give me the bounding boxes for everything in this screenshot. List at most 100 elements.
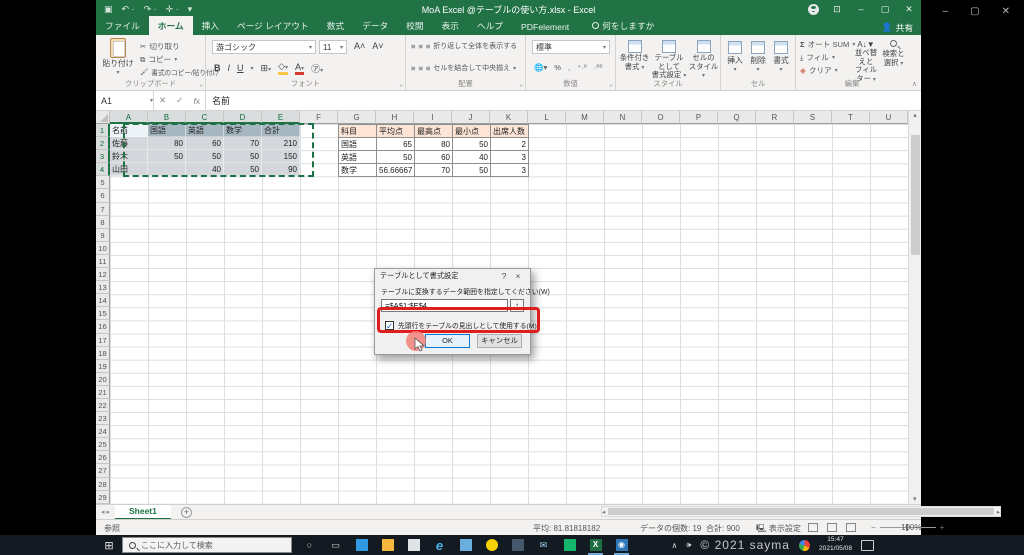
cell-styles-button[interactable]: セルのスタイル ▾ xyxy=(688,40,719,80)
phonetic-guide-icon[interactable]: ㋐▾ xyxy=(311,62,323,75)
column-header[interactable]: C xyxy=(186,111,224,124)
row-header[interactable]: 20 xyxy=(96,373,110,386)
row-header[interactable]: 16 xyxy=(96,320,110,333)
row-header[interactable]: 18 xyxy=(96,347,110,360)
excel-taskbar-icon[interactable]: X xyxy=(587,538,604,553)
clear-button[interactable]: ◆クリア▾ xyxy=(800,65,838,76)
cell[interactable]: 40 xyxy=(453,151,491,164)
bold-button[interactable]: B xyxy=(214,63,221,73)
column-header[interactable]: P xyxy=(680,111,718,124)
align-middle-icon[interactable]: ≡ xyxy=(418,42,422,51)
mail-icon[interactable]: ✉ xyxy=(535,538,552,553)
cell[interactable]: 山田 xyxy=(110,163,148,176)
photos-icon[interactable] xyxy=(353,538,370,553)
touch-mode-icon[interactable]: ✛ · xyxy=(166,4,179,15)
column-header[interactable]: A xyxy=(110,111,148,124)
cancel-entry-icon[interactable]: ✕ xyxy=(159,95,166,106)
tab-page-layout[interactable]: ページ レイアウト xyxy=(228,16,318,35)
italic-button[interactable]: I xyxy=(228,63,231,73)
row-header[interactable]: 28 xyxy=(96,478,110,491)
row-header[interactable]: 29 xyxy=(96,491,110,504)
cell[interactable]: 名前 xyxy=(110,124,148,137)
tab-insert[interactable]: 挿入 xyxy=(193,16,228,35)
new-sheet-icon[interactable]: + xyxy=(181,507,192,518)
undo-icon[interactable]: ↶ · xyxy=(122,4,135,15)
row-header[interactable]: 24 xyxy=(96,425,110,438)
column-header[interactable]: E xyxy=(262,111,300,124)
cell[interactable]: 国語 xyxy=(148,124,186,137)
decrease-font-icon[interactable]: A˅ xyxy=(372,41,383,51)
account-avatar[interactable] xyxy=(808,4,819,15)
row-header[interactable]: 12 xyxy=(96,268,110,281)
align-left-icon[interactable]: ≡ xyxy=(411,64,415,73)
tab-view[interactable]: 表示 xyxy=(433,16,468,35)
table-range-input[interactable]: =$A$1:$E$4 xyxy=(381,299,508,312)
align-top-icon[interactable]: ≡ xyxy=(411,42,415,51)
row-header[interactable]: 23 xyxy=(96,412,110,425)
quill-app-icon[interactable] xyxy=(457,538,474,553)
cell[interactable]: 数学 xyxy=(339,164,377,177)
taskbar-search-input[interactable]: ここに入力して検索 xyxy=(122,537,292,553)
row-header[interactable]: 21 xyxy=(96,386,110,399)
tab-formulas[interactable]: 数式 xyxy=(318,16,353,35)
percent-icon[interactable]: % xyxy=(554,63,561,72)
align-bottom-icon[interactable]: ≡ xyxy=(426,42,430,51)
column-header[interactable]: R xyxy=(756,111,794,124)
row-header[interactable]: 6 xyxy=(96,189,110,202)
qat-customize-icon[interactable]: ▾ xyxy=(188,4,193,15)
horizontal-scroll-thumb[interactable] xyxy=(608,508,993,515)
collapse-ribbon-icon[interactable]: ∧ xyxy=(912,80,917,88)
font-name-select[interactable]: 游ゴシック▾ xyxy=(212,40,316,54)
select-all-corner[interactable] xyxy=(96,111,110,124)
cell[interactable] xyxy=(148,163,186,176)
increase-decimal-icon[interactable]: ⁺·⁰ xyxy=(577,63,587,72)
conditional-formatting-button[interactable]: 条件付き書式 ▾ xyxy=(618,40,651,71)
green-app-icon[interactable] xyxy=(561,538,578,553)
vertical-scroll-thumb[interactable] xyxy=(911,135,920,255)
cortana-icon[interactable]: ○ xyxy=(301,538,318,553)
font-dialog-launcher-icon[interactable]: ⌐ xyxy=(399,83,403,89)
row-header[interactable]: 17 xyxy=(96,334,110,347)
bg-restore-button[interactable]: ▢ xyxy=(970,6,979,17)
cell[interactable]: 最小点 xyxy=(453,125,491,138)
row-header[interactable]: 27 xyxy=(96,464,110,477)
task-view-icon[interactable]: ▭ xyxy=(327,538,344,553)
row-header[interactable]: 2 xyxy=(96,137,110,150)
row-header[interactable]: 15 xyxy=(96,307,110,320)
row-header[interactable]: 14 xyxy=(96,294,110,307)
comma-icon[interactable]: , xyxy=(568,63,570,72)
cell[interactable]: 2 xyxy=(491,138,529,151)
dialog-close-icon[interactable]: × xyxy=(511,272,525,281)
page-break-view-icon[interactable] xyxy=(846,523,856,532)
row-header[interactable]: 22 xyxy=(96,399,110,412)
cell[interactable]: 210 xyxy=(262,137,300,150)
alignment-dialog-launcher-icon[interactable]: ⌐ xyxy=(519,83,523,89)
tab-home[interactable]: ホーム xyxy=(149,16,193,35)
column-header[interactable]: B xyxy=(148,111,186,124)
row-header[interactable]: 10 xyxy=(96,242,110,255)
file-explorer-icon[interactable] xyxy=(379,538,396,553)
cell[interactable]: 70 xyxy=(415,164,453,177)
tab-data[interactable]: データ xyxy=(353,16,397,35)
clipboard-dialog-launcher-icon[interactable]: ⌐ xyxy=(199,83,203,89)
cell[interactable]: 鈴木 xyxy=(110,150,148,163)
cell[interactable]: 60 xyxy=(415,151,453,164)
column-header[interactable]: S xyxy=(794,111,832,124)
row-header[interactable]: 8 xyxy=(96,216,110,229)
vertical-scrollbar[interactable]: ▴▾ xyxy=(908,111,921,504)
align-center-icon[interactable]: ≡ xyxy=(418,64,422,73)
decrease-decimal-icon[interactable]: ·⁰⁰ xyxy=(594,63,603,72)
column-header[interactable]: U xyxy=(870,111,908,124)
format-as-table-button[interactable]: テーブルとして書式設定 ▾ xyxy=(651,40,687,80)
cell[interactable]: 150 xyxy=(262,150,300,163)
tab-pdfelement[interactable]: PDFelement xyxy=(512,19,578,35)
number-dialog-launcher-icon[interactable]: ⌐ xyxy=(609,83,613,89)
close-button[interactable]: ✕ xyxy=(897,4,921,15)
pin-app-icon[interactable] xyxy=(509,538,526,553)
collapse-dialog-icon[interactable]: ↑ xyxy=(510,299,524,312)
sheet-nav-left-icon[interactable]: ◂ ▸ xyxy=(96,508,115,516)
cell[interactable]: 平均点 xyxy=(377,125,415,138)
zoom-in-icon[interactable]: + xyxy=(940,523,945,532)
name-box[interactable]: A1▾ xyxy=(96,91,154,110)
normal-view-icon[interactable] xyxy=(808,523,818,532)
